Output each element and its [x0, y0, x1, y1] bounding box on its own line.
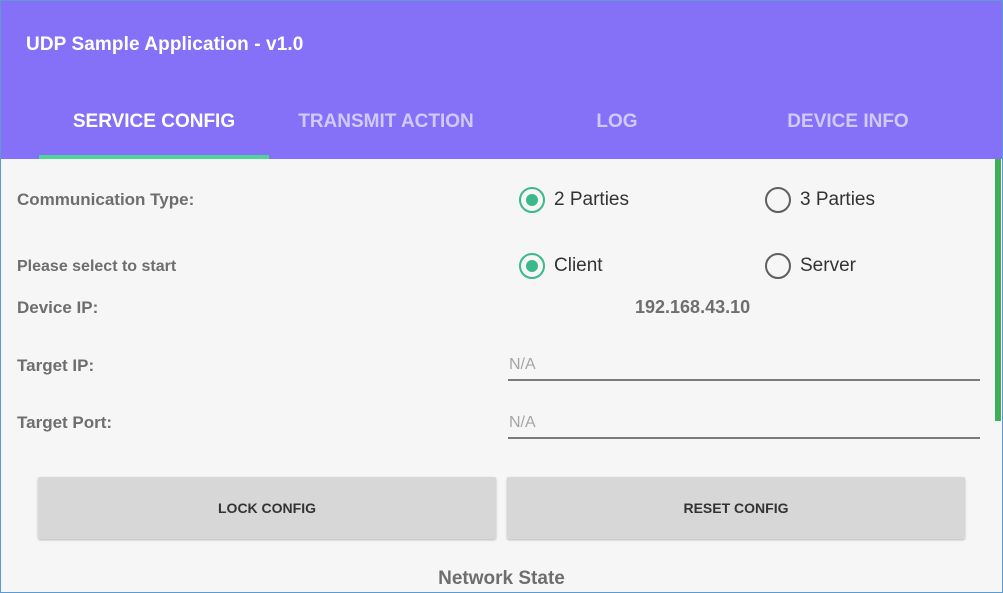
radio-checked-icon [519, 187, 545, 213]
radio-unchecked-icon [765, 187, 791, 213]
radio-server[interactable]: Server [765, 253, 856, 279]
scrollbar[interactable] [995, 159, 1001, 421]
tab-device-info[interactable]: DEVICE INFO [733, 111, 963, 133]
tab-transmit-action[interactable]: TRANSMIT ACTION [271, 111, 501, 133]
tab-log[interactable]: LOG [502, 111, 732, 133]
role-label: Please select to start [17, 258, 177, 275]
app-title: UDP Sample Application - v1.0 [26, 34, 304, 55]
app-window: UDP Sample Application - v1.0 SERVICE CO… [0, 0, 1003, 593]
radio-client[interactable]: Client [519, 253, 603, 279]
reset-config-button[interactable]: RESET CONFIG [507, 477, 965, 539]
app-bar: UDP Sample Application - v1.0 SERVICE CO… [1, 1, 1002, 159]
target-port-input[interactable] [508, 409, 980, 439]
radio-unchecked-icon [765, 253, 791, 279]
active-tab-indicator [39, 155, 269, 159]
radio-client-label: Client [554, 255, 603, 276]
device-ip-label: Device IP: [17, 298, 99, 317]
device-ip-value: 192.168.43.10 [635, 297, 751, 317]
target-port-label: Target Port: [17, 413, 113, 432]
radio-2-parties[interactable]: 2 Parties [519, 187, 629, 213]
radio-3-parties-label: 3 Parties [800, 189, 875, 210]
radio-server-label: Server [800, 255, 856, 276]
radio-2-parties-label: 2 Parties [554, 189, 629, 210]
tab-service-config[interactable]: SERVICE CONFIG [39, 111, 269, 133]
radio-checked-icon [519, 253, 545, 279]
target-ip-input[interactable] [508, 351, 980, 381]
radio-3-parties[interactable]: 3 Parties [765, 187, 875, 213]
lock-config-button[interactable]: LOCK CONFIG [38, 477, 496, 539]
target-ip-label: Target IP: [17, 356, 95, 375]
network-state-title: Network State [438, 568, 565, 589]
communication-type-label: Communication Type: [17, 190, 195, 209]
